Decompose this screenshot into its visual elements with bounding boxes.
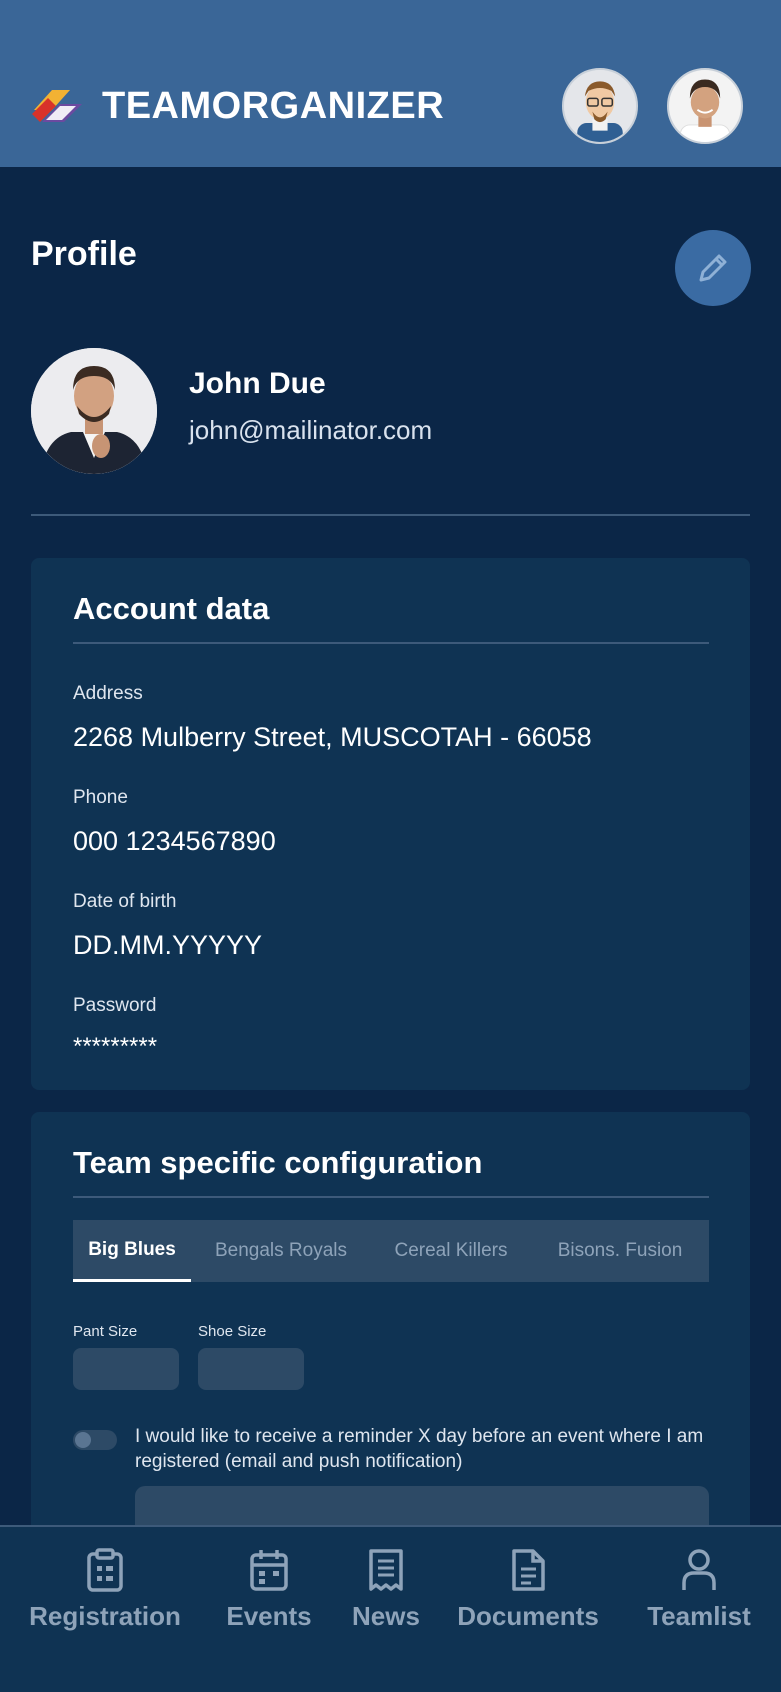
teamorganizer-logo[interactable]	[30, 84, 84, 128]
profile-divider	[31, 514, 750, 516]
receipt-icon	[369, 1549, 403, 1591]
tab-big-blues[interactable]: Big Blues	[73, 1220, 191, 1282]
header-avatar-1[interactable]	[562, 68, 638, 144]
team-tabs: Big Blues Bengals Royals Cereal Killers …	[73, 1220, 709, 1282]
calendar-icon	[250, 1550, 288, 1591]
nav-label-teamlist: Teamlist	[647, 1601, 751, 1631]
address-value: 2268 Mulberry Street, MUSCOTAH - 66058	[73, 722, 592, 752]
nav-teamlist[interactable]: Teamlist	[646, 1547, 752, 1632]
nav-news[interactable]: News	[352, 1547, 420, 1632]
nav-label-news: News	[352, 1601, 420, 1631]
profile-email: john@mailinator.com	[189, 415, 433, 445]
person-icon	[682, 1549, 716, 1590]
pant-size-label: Pant Size	[73, 1323, 138, 1340]
toggle-knob	[75, 1432, 91, 1448]
document-icon	[512, 1549, 545, 1591]
tab-cereal-killers[interactable]: Cereal Killers	[371, 1220, 531, 1282]
nav-label-documents: Documents	[457, 1601, 599, 1631]
tab-bisons-fusion[interactable]: Bisons. Fusion	[531, 1220, 709, 1282]
team-config-title: Team specific configuration	[73, 1145, 483, 1180]
edit-profile-button[interactable]	[675, 230, 751, 306]
date-of-birth-value: DD.MM.YYYYY	[73, 930, 263, 960]
date-of-birth-label: Date of birth	[73, 891, 177, 912]
phone-label: Phone	[73, 787, 128, 808]
account-data-title: Account data	[73, 591, 270, 626]
account-data-divider	[73, 642, 709, 644]
header-avatar-2[interactable]	[667, 68, 743, 144]
nav-label-registration: Registration	[29, 1601, 181, 1631]
password-label: Password	[73, 995, 157, 1016]
profile-name: John Due	[189, 367, 326, 400]
app-title: TEAMORGANIZER	[102, 85, 445, 127]
shoe-size-input[interactable]	[198, 1348, 304, 1390]
bottom-nav: Registration Events News Documents Teaml…	[0, 1525, 781, 1692]
reminder-toggle[interactable]	[73, 1430, 117, 1450]
team-config-divider	[73, 1196, 709, 1198]
page-title: Profile	[31, 235, 137, 273]
pencil-icon	[699, 254, 727, 282]
shoe-size-label: Shoe Size	[198, 1323, 267, 1340]
password-value: *********	[73, 1033, 158, 1060]
nav-events[interactable]: Events	[226, 1547, 312, 1632]
nav-documents[interactable]: Documents	[457, 1547, 599, 1632]
team-config-card: Team specific configuration Big Blues Be…	[31, 1112, 750, 1576]
reminder-text: I would like to receive a reminder X day…	[135, 1426, 704, 1472]
pant-size-input[interactable]	[73, 1348, 179, 1390]
address-label: Address	[73, 683, 143, 704]
app-header: TEAMORGANIZER	[0, 0, 781, 167]
account-data-card: Account data Address 2268 Mulberry Stree…	[31, 558, 750, 1090]
clipboard-icon	[87, 1548, 123, 1592]
phone-value: 000 1234567890	[73, 826, 276, 856]
profile-avatar[interactable]	[31, 348, 157, 474]
nav-registration[interactable]: Registration	[29, 1547, 181, 1632]
tab-bengals-royals[interactable]: Bengals Royals	[191, 1220, 371, 1282]
nav-label-events: Events	[226, 1601, 312, 1631]
